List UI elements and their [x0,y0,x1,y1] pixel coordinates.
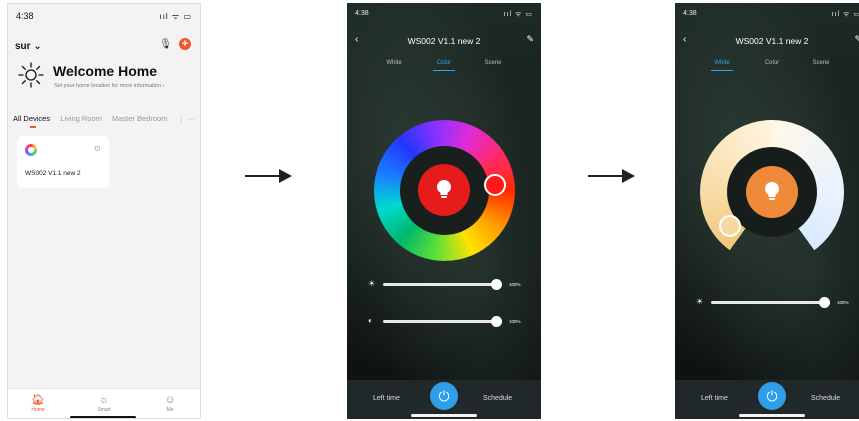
saturation-slider-thumb[interactable] [491,316,502,327]
home-indicator [70,416,136,418]
bulb-preview[interactable] [418,164,470,216]
tab-white[interactable]: White [697,60,747,66]
microphone-icon[interactable]: 🎙︎ [159,39,172,50]
status-time: 4:38 [683,10,697,17]
status-icons: ııl ᯤ ▭ [503,11,533,18]
welcome-title: Welcome Home [53,63,157,79]
device-title: WS002 V1.1 new 2 [735,36,809,46]
location-label: sur [15,41,31,52]
bulb-icon [765,182,779,200]
saturation-percent: 100% [509,319,521,324]
left-time-button[interactable]: Left time [701,395,728,402]
power-button[interactable]: ⏻ [758,382,786,410]
brightness-slider-thumb[interactable] [491,279,502,290]
tab-scene[interactable]: Scene [796,60,846,66]
home-indicator [739,414,805,417]
brightness-slider[interactable] [711,297,830,309]
edit-icon[interactable]: ✎ [854,34,859,45]
status-time: 4:38 [16,11,34,21]
saturation-icon: ◐ [368,316,373,325]
home-screen: 4:38 ııl ᯤ ▭ sur ⌄ 🎙︎ + Welcome Home Set… [7,3,201,419]
device-card[interactable]: ⏻ WS002 V1.1 new 2 [17,136,109,188]
white-screen: 4:38 ııl ᯤ ▭ ‹ WS002 V1.1 new 2 ✎ White … [675,3,859,419]
chevron-down-icon: ⌄ [33,41,42,52]
arrow-right-icon [588,169,635,183]
schedule-button[interactable]: Schedule [483,395,512,402]
edit-icon[interactable]: ✎ [526,34,534,45]
home-indicator [411,414,477,417]
brightness-percent: 100% [837,300,849,305]
status-time: 4:38 [355,10,369,17]
tab-all-devices[interactable]: All Devices [13,114,50,123]
device-title: WS002 V1.1 new 2 [407,36,481,46]
tab-white[interactable]: White [369,60,419,66]
brightness-icon: ☀ [696,297,704,306]
brightness-slider-thumb[interactable] [819,297,830,308]
white-temperature-ring[interactable] [700,120,844,264]
house-icon: 🏠︎ [31,394,45,406]
schedule-button[interactable]: Schedule [811,395,840,402]
tab-indicator [711,70,733,71]
status-icons: ııl ᯤ ▭ [159,12,192,21]
color-picker-handle[interactable] [484,174,506,196]
nav-me[interactable]: ☺ Me [150,393,190,413]
status-icons: ııl ᯤ ▭ [831,11,859,18]
nav-smart[interactable]: ☼ Smart [84,393,124,413]
saturation-slider[interactable] [383,316,502,328]
brightness-icon: ☀ [368,279,376,288]
room-tabs: All Devices Living Room Master Bedroom ⋮… [13,114,200,123]
color-screen: 4:38 ııl ᯤ ▭ ‹ WS002 V1.1 new 2 ✎ White … [347,3,541,419]
bulb-icon [437,180,451,198]
tab-more[interactable]: ⋮ ··· [178,114,195,123]
arrow-right-icon [245,169,292,183]
sun-icon [18,62,44,88]
profile-icon: ☺ [164,394,176,406]
color-wheel[interactable] [374,120,515,261]
nav-home[interactable]: 🏠︎ Home [18,393,58,413]
tab-master-bedroom[interactable]: Master Bedroom [112,114,167,123]
left-time-button[interactable]: Left time [373,395,400,402]
tab-color[interactable]: Color [747,60,797,66]
brightness-slider[interactable] [383,279,502,291]
device-power-icon[interactable]: ⏻ [94,146,100,154]
tab-indicator [433,70,455,71]
tab-indicator [30,126,36,128]
device-name: WS002 V1.1 new 2 [25,170,81,177]
tab-living-room[interactable]: Living Room [60,114,102,123]
location-selector[interactable]: sur ⌄ [15,41,42,52]
bulb-preview[interactable] [746,166,798,218]
power-button[interactable]: ⏻ [430,382,458,410]
bottom-nav: 🏠︎ Home ☼ Smart ☺ Me [8,388,200,418]
rgb-bulb-icon [25,144,37,156]
tab-color[interactable]: Color [419,60,469,66]
add-device-button[interactable]: + [179,38,191,50]
brightness-percent: 100% [509,282,521,287]
tab-scene[interactable]: Scene [468,60,518,66]
sun-icon: ☼ [98,394,110,406]
welcome-subtitle[interactable]: Set your home location for more informat… [54,83,164,89]
temperature-picker-handle[interactable] [719,215,741,237]
